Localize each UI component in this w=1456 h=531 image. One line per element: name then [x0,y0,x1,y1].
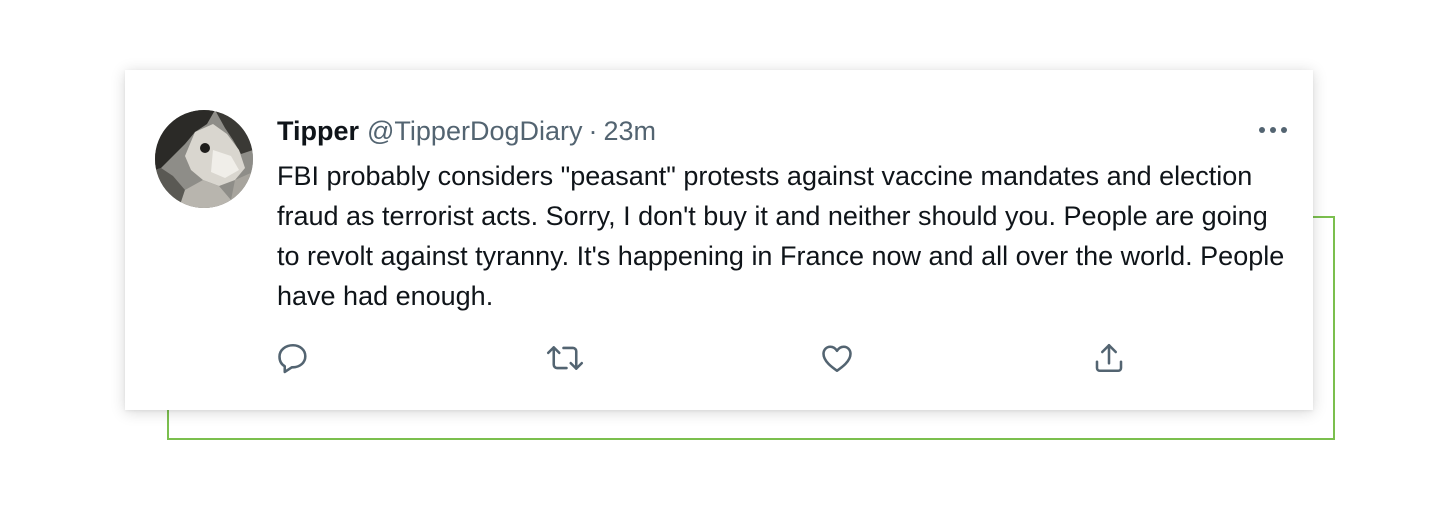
more-options-icon [1259,127,1287,133]
like-icon [822,345,852,373]
tweet-actions [273,338,1173,378]
avatar-image [155,110,253,208]
display-name[interactable]: Tipper [277,114,359,148]
user-handle[interactable]: @TipperDogDiary [367,114,582,148]
like-button[interactable] [817,338,857,378]
reply-icon [278,343,307,374]
avatar[interactable] [155,110,253,208]
share-button[interactable] [1089,338,1129,378]
retweet-button[interactable] [545,338,585,378]
tweet-card[interactable]: Tipper @TipperDogDiary · 23m FBI probabl… [125,70,1313,410]
tweet-timestamp[interactable]: 23m [604,114,657,148]
page: Tipper @TipperDogDiary · 23m FBI probabl… [0,0,1456,531]
reply-button[interactable] [273,338,313,378]
share-icon [1095,343,1123,373]
more-options-button[interactable] [1253,118,1293,142]
retweet-icon [546,346,584,370]
header-separator: · [588,116,598,146]
tweet-header: Tipper @TipperDogDiary · 23m [277,114,656,148]
tweet-text: FBI probably considers "peasant" protest… [277,161,1285,311]
